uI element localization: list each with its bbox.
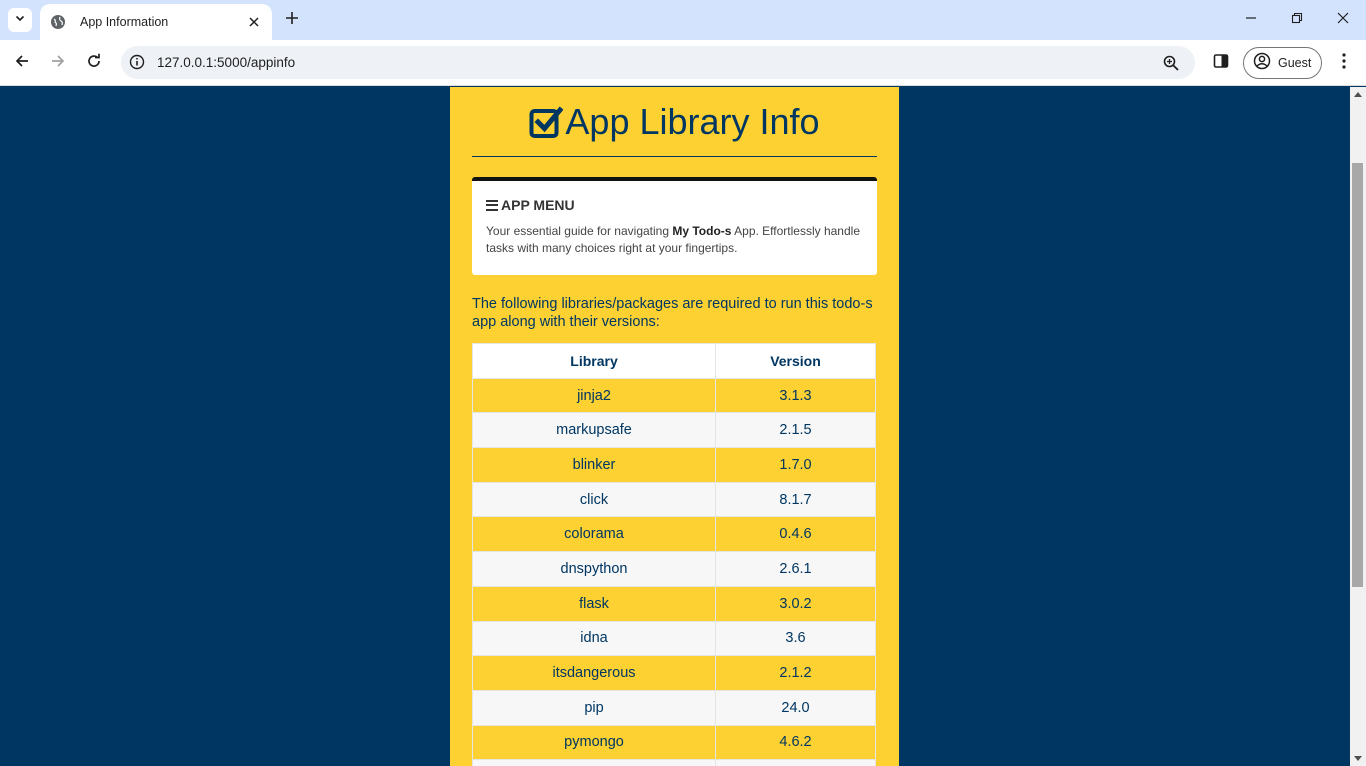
library-cell: idna (472, 620, 716, 657)
vertical-scrollbar[interactable] (1350, 87, 1366, 766)
check-square-icon (529, 105, 564, 139)
library-cell (472, 759, 716, 766)
library-cell: flask (472, 585, 716, 622)
version-cell: 4.6.2 (715, 724, 876, 761)
library-cell: dnspython (472, 551, 716, 587)
version-cell: 3.0.2 (715, 585, 876, 622)
table-row: click 8.1.7 (472, 481, 876, 518)
browser-tab-bar: App Information (0, 0, 1366, 40)
version-cell: 8.1.7 (715, 481, 876, 518)
scroll-thumb[interactable] (1352, 163, 1363, 587)
version-cell: 2.6.1 (715, 551, 876, 587)
tab-search-button[interactable] (8, 8, 32, 32)
table-row: pymongo 4.6.2 (472, 724, 876, 761)
address-bar[interactable]: 127.0.0.1:5000/appinfo (121, 46, 1195, 79)
table-row: blinker 1.7.0 (472, 447, 876, 483)
hamburger-icon (486, 199, 498, 211)
library-cell: blinker (472, 447, 716, 483)
library-cell: pip (472, 689, 716, 726)
library-cell: click (472, 481, 716, 518)
library-cell: pymongo (472, 724, 716, 761)
side-panel-icon (1213, 53, 1229, 74)
url-text[interactable]: 127.0.0.1:5000/appinfo (157, 55, 295, 70)
plus-icon (285, 11, 299, 30)
arrow-right-icon (50, 53, 66, 74)
library-cell: markupsafe (472, 412, 716, 449)
app-name: My Todo-s (672, 224, 732, 238)
table-row: markupsafe 2.1.5 (472, 412, 876, 449)
column-header-version: Version (715, 343, 876, 379)
restore-button[interactable] (1287, 10, 1307, 30)
page-viewport: App Library Info APP MENU Your essential… (0, 87, 1350, 766)
intro-text: The following libraries/packages are req… (472, 296, 873, 330)
library-cell: jinja2 (472, 377, 716, 414)
tab-app-information[interactable]: App Information (40, 4, 272, 40)
app-menu-card: APP MENU Your essential guide for naviga… (472, 177, 877, 275)
back-button[interactable] (10, 51, 34, 75)
chevron-down-icon (14, 11, 26, 29)
kebab-menu-icon (1342, 52, 1346, 74)
app-menu-title: APP MENU (501, 197, 575, 213)
version-cell (715, 759, 876, 766)
table-row (472, 759, 876, 766)
table-row: jinja2 3.1.3 (472, 377, 876, 414)
version-cell: 0.4.6 (715, 516, 876, 553)
table-row: dnspython 2.6.1 (472, 551, 876, 587)
library-cell: itsdangerous (472, 655, 716, 691)
minimize-icon (1245, 11, 1257, 29)
globe-icon (50, 14, 66, 30)
restore-icon (1291, 11, 1303, 29)
site-info-icon[interactable] (128, 53, 146, 71)
profile-label: Guest (1278, 56, 1312, 70)
close-window-button[interactable] (1333, 10, 1353, 30)
page-title: App Library Info (472, 87, 877, 157)
version-cell: 2.1.2 (715, 655, 876, 691)
column-header-library: Library (472, 343, 716, 379)
close-icon (1337, 11, 1349, 29)
side-panel-button[interactable] (1209, 51, 1233, 75)
version-cell: 1.7.0 (715, 447, 876, 483)
minimize-button[interactable] (1241, 10, 1261, 30)
table-row: pip 24.0 (472, 689, 876, 726)
scroll-up-arrow-icon[interactable] (1354, 92, 1362, 97)
app-menu-heading[interactable]: APP MENU (486, 197, 863, 213)
table-header-row: Library Version (472, 343, 876, 379)
tab-title: App Information (80, 15, 169, 29)
reload-icon (86, 53, 102, 74)
version-cell: 2.1.5 (715, 412, 876, 449)
table-row: itsdangerous 2.1.2 (472, 655, 876, 691)
menu-desc-prefix: Your essential guide for navigating (486, 224, 673, 238)
new-tab-button[interactable] (282, 10, 302, 30)
version-cell: 3.6 (715, 620, 876, 657)
profile-button[interactable]: Guest (1243, 47, 1322, 79)
page-title-text: App Library Info (565, 100, 820, 142)
reload-button[interactable] (82, 51, 106, 75)
content-card: App Library Info APP MENU Your essential… (450, 87, 899, 766)
forward-button[interactable] (46, 51, 70, 75)
table-row: flask 3.0.2 (472, 585, 876, 622)
table-row: idna 3.6 (472, 620, 876, 657)
library-cell: colorama (472, 516, 716, 553)
close-tab-icon[interactable] (246, 14, 262, 30)
version-cell: 24.0 (715, 689, 876, 726)
table-row: colorama 0.4.6 (472, 516, 876, 553)
app-menu-description: Your essential guide for navigating My T… (486, 223, 863, 257)
arrow-left-icon (14, 53, 30, 74)
library-table: Library Version jinja2 3.1.3 markupsafe 2.… (472, 343, 876, 766)
browser-menu-button[interactable] (1332, 51, 1356, 75)
browser-toolbar: 127.0.0.1:5000/appinfo Guest (0, 40, 1366, 86)
scroll-down-arrow-icon[interactable] (1354, 756, 1362, 761)
account-circle-icon (1253, 52, 1271, 75)
version-cell: 3.1.3 (715, 377, 876, 414)
zoom-icon[interactable] (1161, 53, 1181, 73)
